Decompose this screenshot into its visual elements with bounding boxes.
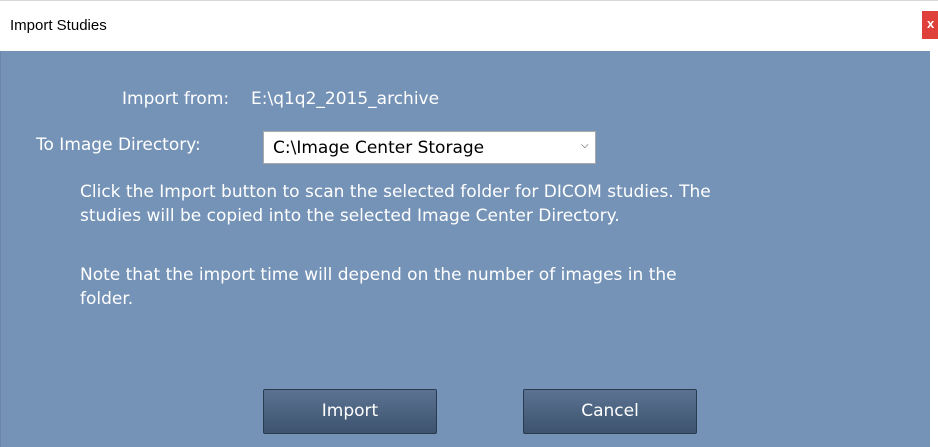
import-studies-dialog: Import Studies x Import from: E:\q1q2_20…	[0, 0, 938, 447]
import-button[interactable]: Import	[263, 389, 437, 434]
image-directory-selected-value: C:\Image Center Storage	[273, 138, 485, 158]
image-directory-select[interactable]: C:\Image Center Storage ⌵	[263, 131, 596, 164]
cancel-button[interactable]: Cancel	[523, 389, 697, 434]
title-bar[interactable]: Import Studies x	[0, 0, 938, 51]
import-instructions: Click the Import button to scan the sele…	[80, 182, 711, 226]
window-title: Import Studies	[10, 17, 107, 34]
close-icon: x	[927, 16, 935, 31]
close-button[interactable]: x	[922, 11, 938, 39]
import-from-path: E:\q1q2_2015_archive	[251, 89, 440, 109]
to-image-directory-label: To Image Directory:	[36, 135, 201, 155]
import-time-note: Note that the import time will depend on…	[80, 265, 677, 309]
dialog-body: Import from: E:\q1q2_2015_archive To Ima…	[0, 51, 930, 447]
chevron-down-icon: ⌵	[581, 140, 589, 151]
import-from-label: Import from:	[122, 89, 230, 109]
